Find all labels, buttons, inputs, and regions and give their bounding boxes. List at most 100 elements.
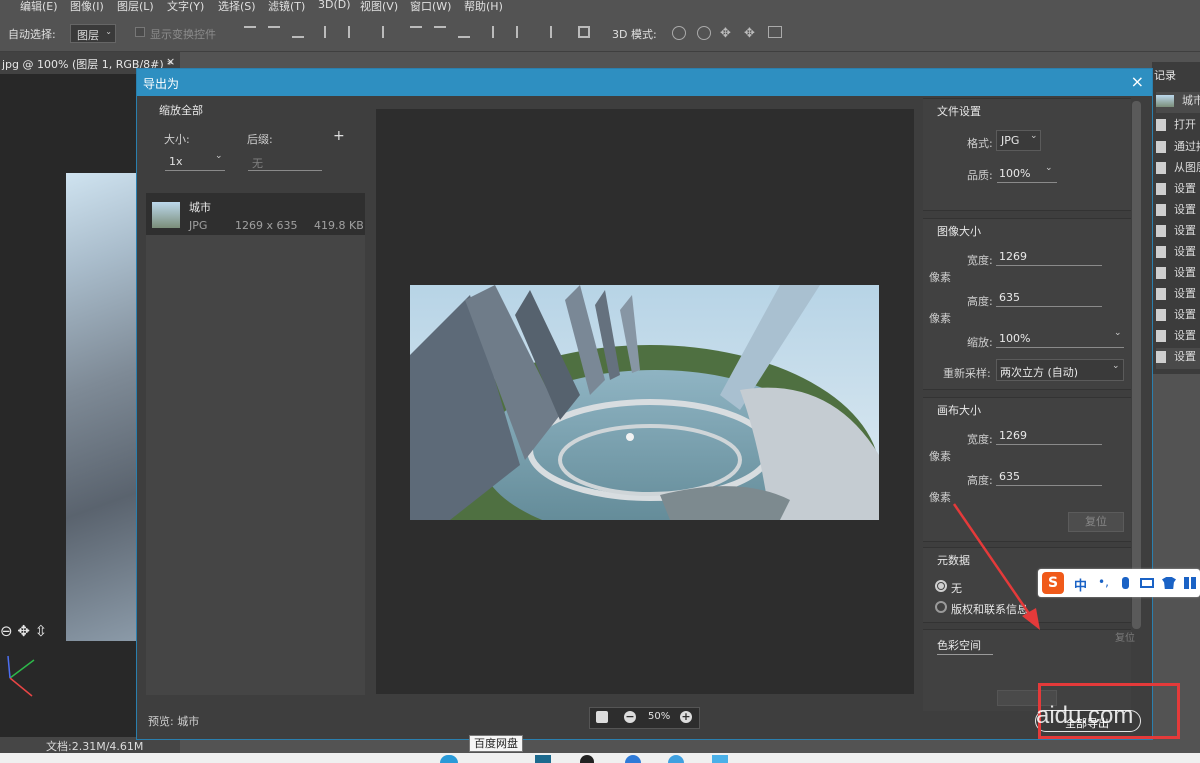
distribute-top-icon[interactable] <box>410 26 422 38</box>
zoom-out-button[interactable]: − <box>624 711 636 723</box>
taskbar-app-icon[interactable] <box>712 755 728 763</box>
history-item[interactable]: 设置 <box>1156 222 1200 243</box>
align-right-icon[interactable] <box>372 26 384 38</box>
ime-punct-toggle[interactable]: •, <box>1098 575 1109 589</box>
suffix-input[interactable]: 无 <box>248 153 322 171</box>
scale-value: 100% <box>999 332 1031 345</box>
image-width-input[interactable]: 1269 <box>996 248 1102 266</box>
menu-select[interactable]: 选择(S) <box>218 0 256 14</box>
quality-dropdown[interactable]: 100% ⌄ <box>997 163 1057 183</box>
preview-canvas <box>376 109 914 694</box>
distribute-hcenter-icon[interactable] <box>516 26 528 38</box>
history-item[interactable]: 从图层 <box>1156 159 1200 180</box>
history-item[interactable]: 打开 <box>1156 116 1200 137</box>
document-icon <box>1156 309 1166 321</box>
taskbar-app-icon[interactable] <box>668 755 684 763</box>
history-item[interactable]: 城市 <box>1156 92 1200 113</box>
metadata-none-radio[interactable] <box>935 580 947 592</box>
auto-align-icon[interactable] <box>578 26 590 38</box>
taskbar-tooltip: 百度网盘 <box>469 735 523 752</box>
history-item[interactable]: 设置 <box>1156 264 1200 285</box>
ime-toolbar[interactable]: S 中 •, <box>1038 569 1200 597</box>
menu-edit[interactable]: 编辑(E) <box>20 0 58 14</box>
format-dropdown[interactable]: JPG ⌄ <box>996 130 1041 151</box>
menu-help[interactable]: 帮助(H) <box>464 0 503 14</box>
keyboard-icon[interactable] <box>1140 578 1154 588</box>
align-bottom-icon[interactable] <box>292 26 304 38</box>
close-icon[interactable]: × <box>1131 72 1144 91</box>
align-hcenter-icon[interactable] <box>348 26 360 38</box>
taskbar-app-icon[interactable] <box>625 755 641 763</box>
toolbox-icon[interactable] <box>1184 577 1196 589</box>
history-item[interactable]: 设置 <box>1156 306 1200 327</box>
menu-3d[interactable]: 3D(D) <box>318 0 351 11</box>
rotate-3d-icon[interactable] <box>672 26 686 40</box>
menu-window[interactable]: 窗口(W) <box>410 0 451 14</box>
canvas-reset-button[interactable]: 复位 <box>1068 512 1124 532</box>
scale-dropdown[interactable]: 100% ⌄ <box>996 328 1124 348</box>
distribute-right-icon[interactable] <box>540 26 552 38</box>
taskbar-app-icon[interactable] <box>440 755 458 763</box>
options-bar: 自动选择: 图层 ⌄ 显示变换控件 3D 模式: ✥ ✥ <box>0 14 1200 52</box>
metadata-copyright-radio[interactable] <box>935 601 947 613</box>
canvas-height-label: 高度: <box>967 474 993 487</box>
canvas-width-unit: 像素 <box>929 450 951 463</box>
skin-icon[interactable] <box>1162 577 1176 589</box>
history-item-label: 设置 <box>1174 203 1196 216</box>
fit-view-icon[interactable] <box>596 711 608 723</box>
reset-button[interactable]: 复位 <box>1115 629 1135 644</box>
taskbar-app-icon[interactable] <box>580 755 594 763</box>
ime-lang-toggle[interactable]: 中 <box>1074 575 1087 594</box>
menu-filter[interactable]: 滤镜(T) <box>268 0 305 14</box>
scale-3d-icon[interactable] <box>768 26 782 38</box>
asset-name: 城市 <box>189 201 211 214</box>
history-item[interactable]: 设置 <box>1156 348 1200 369</box>
settings-scrollbar[interactable] <box>1132 101 1141 629</box>
distribute-vcenter-icon[interactable] <box>434 26 446 38</box>
resample-dropdown[interactable]: 两次立方 (自动) ⌄ <box>996 359 1124 381</box>
show-transform-checkbox[interactable] <box>135 27 145 37</box>
document-icon <box>1156 351 1166 363</box>
history-item[interactable]: 设置 <box>1156 285 1200 306</box>
move-tool-icons[interactable]: ⊖ ✥ ⇳ <box>0 622 47 640</box>
history-item[interactable]: 设置 <box>1156 243 1200 264</box>
history-item-label: 从图层 <box>1174 161 1200 174</box>
distribute-bottom-icon[interactable] <box>458 26 470 38</box>
size-dropdown[interactable]: 1x ⌄ <box>165 151 225 171</box>
history-item-label: 设置 <box>1174 245 1196 258</box>
format-label: 格式: <box>967 137 993 150</box>
add-scale-button[interactable]: + <box>333 128 345 144</box>
align-vcenter-icon[interactable] <box>268 26 280 38</box>
align-top-icon[interactable] <box>244 26 256 38</box>
image-height-input[interactable]: 635 <box>996 289 1102 307</box>
history-item[interactable]: 设置 <box>1156 180 1200 201</box>
history-item[interactable]: 通过拷 <box>1156 138 1200 159</box>
distribute-left-icon[interactable] <box>492 26 504 38</box>
menu-image[interactable]: 图像(I) <box>70 0 104 14</box>
zoom-in-button[interactable]: + <box>680 711 692 723</box>
drag-3d-icon[interactable]: ✥ <box>720 26 731 41</box>
align-icons-group <box>244 26 604 40</box>
canvas-height-input[interactable]: 635 <box>996 468 1102 486</box>
align-left-icon[interactable] <box>324 26 336 38</box>
asset-item[interactable]: 城市 JPG 1269 x 635 419.8 KB <box>146 193 365 235</box>
menu-type[interactable]: 文字(Y) <box>167 0 204 14</box>
preview-label: 预览: 城市 <box>148 715 200 728</box>
taskbar-app-icon[interactable] <box>535 755 551 763</box>
history-item[interactable]: 设置 <box>1156 201 1200 222</box>
microphone-icon[interactable] <box>1122 577 1129 589</box>
auto-select-dropdown[interactable]: 图层 ⌄ <box>70 24 116 43</box>
history-item-label: 设置 <box>1174 350 1196 363</box>
document-icon <box>1156 288 1166 300</box>
canvas-width-input[interactable]: 1269 <box>996 427 1102 445</box>
menu-layer[interactable]: 图层(L) <box>117 0 154 14</box>
menu-bar: 编辑(E) 图像(I) 图层(L) 文字(Y) 选择(S) 滤镜(T) 3D(D… <box>0 0 1200 14</box>
document-icon <box>1156 141 1166 153</box>
close-tab-icon[interactable]: × <box>166 55 175 68</box>
dialog-titlebar[interactable]: 导出为 × <box>137 69 1152 96</box>
asset-file-size: 419.8 KB <box>314 219 364 232</box>
history-item[interactable]: 设置 <box>1156 327 1200 348</box>
roll-3d-icon[interactable] <box>697 26 711 40</box>
slide-3d-icon[interactable]: ✥ <box>744 26 755 41</box>
menu-view[interactable]: 视图(V) <box>360 0 398 14</box>
